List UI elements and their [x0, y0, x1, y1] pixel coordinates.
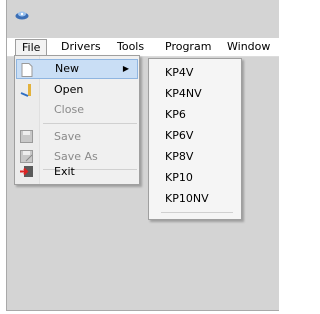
exit-icon [20, 165, 34, 179]
menu-item-save[interactable]: Save [16, 127, 138, 147]
menu-item-close[interactable]: Close [16, 100, 138, 120]
menu-file[interactable]: File [15, 39, 48, 56]
new-file-icon [21, 63, 35, 77]
menu-separator [43, 123, 137, 124]
submenu-separator [161, 212, 233, 213]
save-icon [20, 130, 34, 144]
title-bar [7, 0, 279, 38]
new-submenu: KP4V KP4NV KP6 KP6V KP8V KP10 KP10NV [148, 58, 242, 220]
menu-item-label: Exit [54, 165, 75, 178]
menu-item-label: Close [54, 103, 84, 116]
submenu-item-kp4nv[interactable]: KP4NV [165, 84, 202, 104]
menu-program[interactable]: Program [159, 40, 217, 54]
app-icon[interactable] [15, 10, 29, 23]
file-menu-dropdown: New ▶ Open Close Save Save As Exit [14, 55, 140, 185]
submenu-item-kp10nv[interactable]: KP10NV [165, 189, 209, 209]
menu-window[interactable]: Window [221, 40, 276, 54]
submenu-item-kp10[interactable]: KP10 [165, 168, 193, 188]
menu-item-new[interactable]: New ▶ [16, 59, 138, 79]
menu-item-label: Open [54, 83, 84, 96]
submenu-item-kp4v[interactable]: KP4V [165, 63, 193, 83]
menu-item-label: New [55, 62, 79, 75]
menu-drivers[interactable]: Drivers [55, 40, 107, 54]
open-file-icon [20, 83, 34, 97]
submenu-arrow-icon: ▶ [122, 64, 129, 73]
menu-item-exit[interactable]: Exit [16, 162, 138, 182]
submenu-item-kp6[interactable]: KP6 [165, 105, 186, 125]
menu-item-label: Save [54, 130, 82, 143]
submenu-item-kp8v[interactable]: KP8V [165, 147, 193, 167]
menu-tools[interactable]: Tools [111, 40, 150, 54]
submenu-item-kp6v[interactable]: KP6V [165, 126, 193, 146]
menu-item-open[interactable]: Open [16, 80, 138, 100]
